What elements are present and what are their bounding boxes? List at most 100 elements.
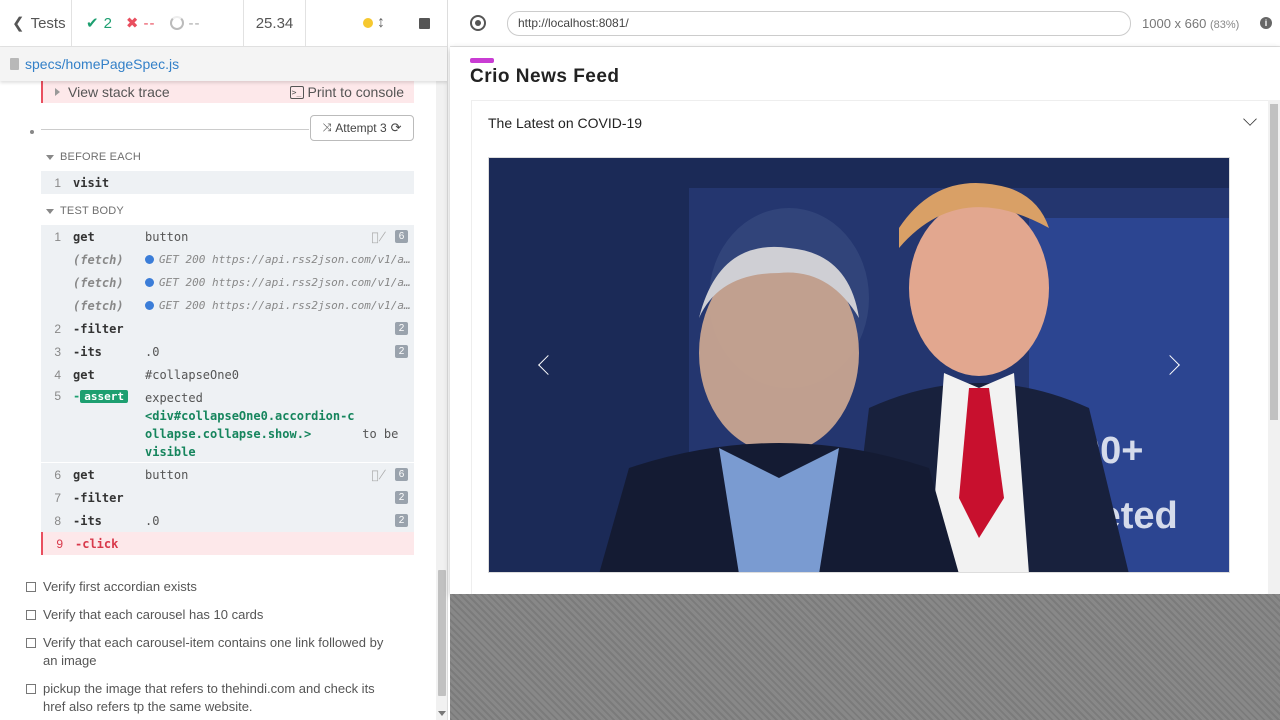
pending-circle-icon xyxy=(169,16,184,30)
element-count-badge: 2 xyxy=(395,345,408,358)
aut-scrollbar[interactable] xyxy=(1268,100,1280,594)
pending-stat: -- xyxy=(169,15,201,32)
url-bar[interactable]: http://localhost:8081/ xyxy=(507,11,1131,36)
attempt-label: Attempt 3 xyxy=(335,121,387,135)
checkbox-icon xyxy=(26,582,36,592)
request-dot-icon xyxy=(145,301,154,310)
attempt-divider xyxy=(41,129,309,130)
test-item[interactable]: pickup the image that refers to thehindi… xyxy=(26,680,396,716)
file-icon xyxy=(10,58,19,70)
test-title: Verify that each carousel has 10 cards xyxy=(43,607,264,622)
fetch-row[interactable]: (fetch) GET 200 https://api.rss2json.com… xyxy=(41,271,414,294)
command-name: -click xyxy=(75,536,119,551)
test-item[interactable]: Verify that each carousel-item contains … xyxy=(26,634,396,670)
fetch-row[interactable]: (fetch) GET 200 https://api.rss2json.com… xyxy=(41,294,414,317)
stop-icon[interactable] xyxy=(419,17,430,29)
command-name: -filter xyxy=(73,321,124,336)
element-count-badge: 6 xyxy=(395,230,408,243)
assert-verb: to be xyxy=(362,427,399,441)
reporter-scrollbar[interactable] xyxy=(436,52,447,720)
view-stack-trace-toggle[interactable]: View stack trace xyxy=(55,84,170,100)
before-each-label: BEFORE EACH xyxy=(60,151,142,163)
command-name: -its xyxy=(73,513,102,528)
print-to-console-button[interactable]: >_ Print to console xyxy=(289,84,404,100)
terminal-icon: >_ xyxy=(289,85,304,99)
accordion-button[interactable]: The Latest on COVID-19 xyxy=(488,115,642,131)
carousel: 00+ leted xyxy=(488,157,1230,573)
command-name: get xyxy=(73,229,95,244)
command-name: visit xyxy=(73,175,110,190)
caret-down-icon xyxy=(46,208,54,214)
test-title: Verify that each carousel-item contains … xyxy=(43,635,384,668)
checkbox-icon xyxy=(26,684,36,694)
selector-playground-icon[interactable] xyxy=(470,15,486,31)
fetch-url: GET 200 https://api.rss2json.com/v1/a… xyxy=(159,299,411,312)
attempt-button[interactable]: ⤨ Attempt 3 ⟳ xyxy=(310,115,414,141)
command-name: (fetch) xyxy=(73,298,124,313)
assert-tag: assert xyxy=(80,390,128,403)
command-row[interactable]: 1 get button 👁̸ 6 xyxy=(41,225,414,248)
command-name: (fetch) xyxy=(73,252,124,267)
scroll-down-icon[interactable] xyxy=(438,711,446,716)
spec-file-bar: specs/homePageSpec.js xyxy=(0,47,447,81)
before-each-hook-title[interactable]: BEFORE EACH xyxy=(46,151,141,163)
element-count-badge: 2 xyxy=(395,514,408,527)
command-number: 4 xyxy=(54,367,61,382)
stack-trace-row: View stack trace >_ Print to console xyxy=(41,81,414,103)
passed-stat: ✔ 2 xyxy=(86,14,112,33)
caret-right-icon xyxy=(55,88,60,96)
command-message: #collapseOne0 xyxy=(145,367,239,382)
command-row[interactable]: 7 -filter 2 xyxy=(41,486,414,509)
command-number: 1 xyxy=(54,229,61,244)
command-row[interactable]: 2 -filter 2 xyxy=(41,317,414,340)
command-number: 2 xyxy=(54,321,61,336)
scrollbar-thumb[interactable] xyxy=(1270,104,1278,420)
tests-button[interactable]: ❮ Tests xyxy=(0,0,72,46)
failed-command-row[interactable]: 9 -click xyxy=(41,532,414,555)
accordion: The Latest on COVID-19 00+ leted xyxy=(471,100,1269,594)
retry-icon: ⟳ xyxy=(390,120,402,135)
aut-background xyxy=(450,594,1280,720)
command-number: 5 xyxy=(54,389,61,403)
checkbox-icon xyxy=(26,638,36,648)
runner-header: ❮ Tests ✔ 2 ✖ -- -- 25.34 ↕ xyxy=(0,0,447,47)
fetch-url: GET 200 https://api.rss2json.com/v1/a… xyxy=(159,253,411,266)
assert-message: expected <div#collapseOne0.accordion-col… xyxy=(145,389,414,461)
command-row[interactable]: 4 get #collapseOne0 xyxy=(41,363,414,386)
passed-count: 2 xyxy=(103,14,112,32)
viewport-info: 1000 x 660 (83%) xyxy=(1142,16,1239,31)
assert-row[interactable]: 5 - assert expected <div#collapseOne0.acc… xyxy=(41,386,414,462)
command-row[interactable]: 3 -its .0 2 xyxy=(41,340,414,363)
command-message: GET 200 https://api.rss2json.com/v1/a… xyxy=(145,276,414,289)
command-row[interactable]: 1 visit xyxy=(41,171,414,194)
assert-expected: expected xyxy=(145,391,203,405)
running-indicator-icon xyxy=(363,18,373,28)
spec-file-link[interactable]: specs/homePageSpec.js xyxy=(25,56,179,72)
command-name: (fetch) xyxy=(73,275,124,290)
test-item[interactable]: Verify that each carousel has 10 cards xyxy=(26,606,406,624)
command-number: 6 xyxy=(54,467,61,482)
attempt-bullet xyxy=(30,130,34,134)
command-number: 3 xyxy=(54,344,61,359)
info-icon[interactable]: i xyxy=(1260,17,1272,29)
request-dot-icon xyxy=(145,255,154,264)
auto-scroll-toggle[interactable]: ↕ xyxy=(363,14,385,32)
element-count-badge: 2 xyxy=(395,491,408,504)
command-row[interactable]: 8 -its .0 2 xyxy=(41,509,414,532)
eye-slash-icon: 👁̸ xyxy=(371,467,386,482)
command-name: get xyxy=(73,367,95,382)
site-title: Crio News Feed xyxy=(470,66,620,87)
assert-value: visible xyxy=(145,445,196,459)
command-message: GET 200 https://api.rss2json.com/v1/a… xyxy=(145,253,414,266)
command-number: 9 xyxy=(56,536,63,551)
chevron-down-icon[interactable] xyxy=(1243,112,1257,126)
command-row[interactable]: 6 get button 👁̸ 6 xyxy=(41,463,414,486)
fetch-row[interactable]: (fetch) GET 200 https://api.rss2json.com… xyxy=(41,248,414,271)
scrollbar-thumb[interactable] xyxy=(438,570,446,696)
zoom-level: (83%) xyxy=(1209,19,1240,31)
assert-subject: <div#collapseOne0.accordion-collapse.col… xyxy=(145,409,355,441)
test-item[interactable]: Verify first accordian exists xyxy=(26,578,406,596)
test-body-title[interactable]: TEST BODY xyxy=(46,205,124,217)
checkbox-icon xyxy=(26,610,36,620)
test-stats: ✔ 2 ✖ -- -- xyxy=(72,0,244,46)
